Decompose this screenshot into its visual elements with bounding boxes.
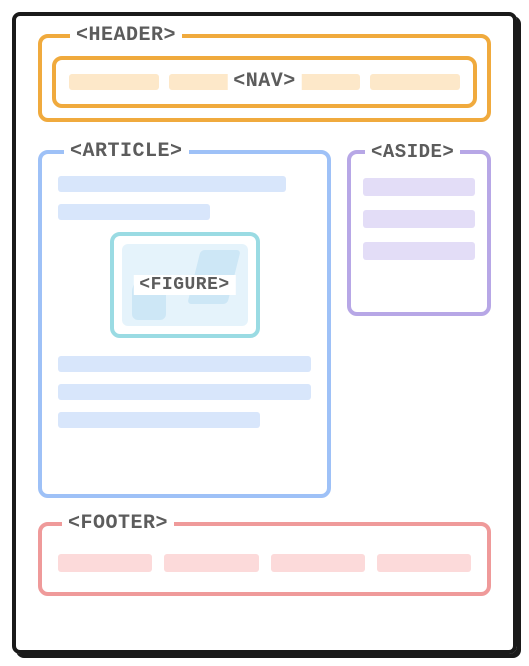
aside-label: <ASIDE> [365,142,460,162]
article-text-placeholder [58,412,260,428]
footer-item-placeholder [377,554,471,572]
article-text-placeholder [58,176,286,192]
article-text-placeholder [58,204,210,220]
footer-item-placeholder [164,554,258,572]
aside-text-placeholder [363,210,475,228]
figure-label: <FIGURE> [133,275,235,295]
header-label: <HEADER> [70,26,182,46]
nav-label: <NAV> [227,72,302,92]
aside-region: <ASIDE> [347,150,491,316]
figure-region: <FIGURE> [110,232,260,338]
article-label: <ARTICLE> [64,142,189,162]
page-layout-diagram: <HEADER> <NAV> <ARTICLE> <FIGURE> <AS [12,12,517,654]
article-text-placeholder [58,384,311,400]
footer-item-placeholder [58,554,152,572]
nav-region: <NAV> [52,56,477,108]
aside-text-placeholder [363,242,475,260]
article-text-placeholder [58,356,311,372]
header-region: <HEADER> <NAV> [38,34,491,122]
article-region: <ARTICLE> <FIGURE> [38,150,331,498]
footer-region: <FOOTER> [38,522,491,596]
footer-item-placeholder [271,554,365,572]
main-row: <ARTICLE> <FIGURE> <ASIDE> [38,150,491,498]
nav-item-placeholder [69,74,159,90]
footer-label: <FOOTER> [62,514,174,534]
aside-text-placeholder [363,178,475,196]
nav-item-placeholder [370,74,460,90]
